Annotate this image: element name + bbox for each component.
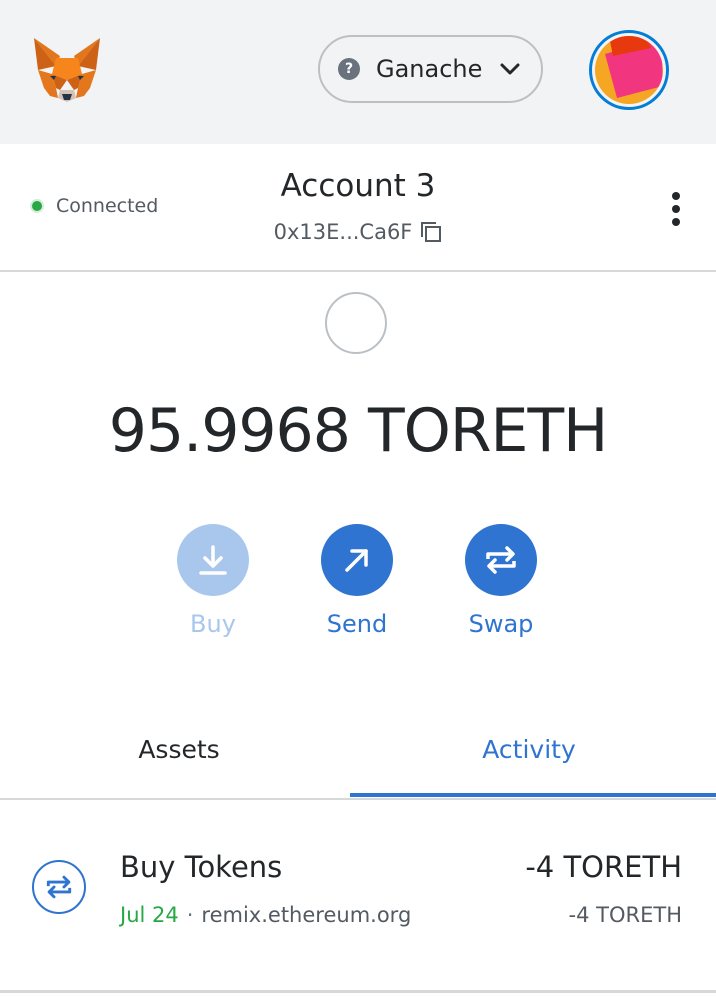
- balance-display: 95.9968 TORETH: [108, 396, 608, 466]
- tab-activity[interactable]: Activity: [350, 700, 708, 798]
- swap-button[interactable]: Swap: [446, 524, 556, 638]
- network-label: Ganache: [376, 55, 483, 83]
- avatar: [595, 36, 663, 104]
- swap-button-circle: [465, 524, 537, 596]
- separator: ·: [186, 903, 194, 927]
- arrow-up-right-icon: [345, 549, 368, 572]
- tab-bar: Assets Activity: [0, 700, 716, 800]
- tab-assets[interactable]: Assets: [0, 700, 358, 798]
- token-identicon: [325, 292, 387, 354]
- account-avatar-button[interactable]: [589, 30, 669, 110]
- transaction-subtitle: Jul 24 · remix.ethereum.org: [120, 903, 411, 927]
- swap-button-label: Swap: [468, 610, 534, 638]
- transaction-origin: remix.ethereum.org: [201, 903, 412, 927]
- network-selector[interactable]: ? Ganache: [318, 35, 543, 103]
- buy-button-circle: [177, 524, 249, 596]
- active-tab-indicator: [350, 793, 716, 797]
- send-button-circle: [321, 524, 393, 596]
- account-name: Account 3: [280, 168, 436, 204]
- account-address: 0x13E...Ca6F: [273, 220, 413, 244]
- metamask-fox-logo[interactable]: [30, 36, 104, 104]
- send-button[interactable]: Send: [302, 524, 412, 638]
- buy-button-label: Buy: [190, 610, 236, 638]
- swap-icon: [486, 546, 516, 574]
- question-icon: ?: [338, 58, 360, 80]
- transaction-primary-amount: -4 TORETH: [525, 850, 682, 884]
- list-item[interactable]: Buy Tokens Jul 24 · remix.ethereum.org -…: [0, 800, 716, 990]
- download-icon: [199, 545, 227, 575]
- chevron-down-icon: [500, 63, 520, 75]
- buy-button[interactable]: Buy: [158, 524, 268, 638]
- account-address-button[interactable]: 0x13E...Ca6F: [0, 220, 716, 244]
- app-header: ? Ganache: [0, 0, 716, 144]
- send-button-label: Send: [326, 610, 388, 638]
- copy-icon: [421, 222, 442, 242]
- transaction-title: Buy Tokens: [120, 850, 283, 884]
- swap-icon: [32, 860, 86, 914]
- account-bar: Connected Account 3 0x13E...Ca6F: [0, 144, 716, 272]
- account-options-menu-icon[interactable]: [666, 192, 686, 226]
- divider: [0, 990, 716, 993]
- transaction-secondary-amount: -4 TORETH: [568, 903, 682, 927]
- transaction-date: Jul 24: [120, 903, 179, 927]
